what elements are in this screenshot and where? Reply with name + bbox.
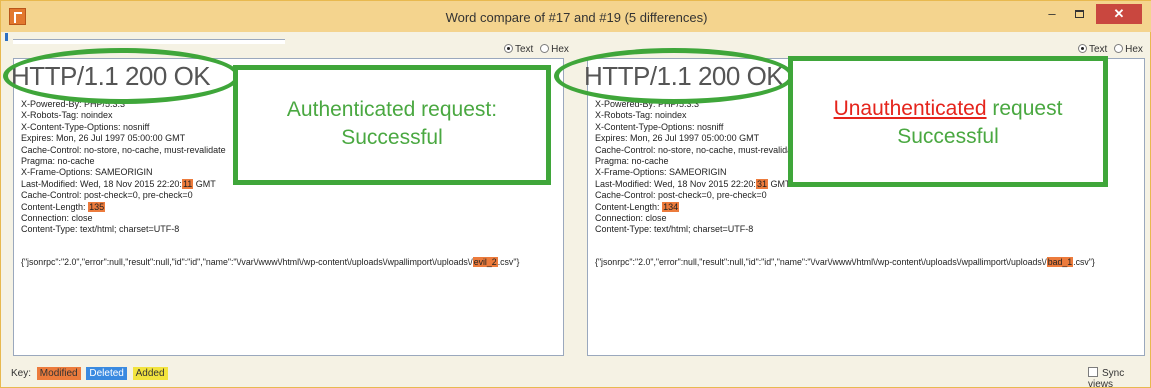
sync-views-checkbox[interactable]: Sync views [1088,367,1150,388]
header-line: X-Frame-Options: SAMEORIGIN [21,167,153,178]
diff-highlight: evil_2 [472,257,498,267]
unauthenticated-callout: Unauthenticated request Successful [788,56,1108,187]
key-deleted-badge: Deleted [86,367,127,380]
minimize-button[interactable]: – [1039,5,1065,23]
header-line: Pragma: no-cache [595,156,669,167]
header-line: Expires: Mon, 26 Jul 1997 05:00:00 GMT [21,133,186,144]
header-line: X-Robots-Tag: noindex [595,110,687,121]
header-line: GMT [193,178,216,189]
maximize-icon [1074,10,1084,18]
callout-line: Successful [341,126,443,149]
left-hex-radio[interactable] [540,44,550,53]
close-button[interactable]: ✕ [1096,4,1142,24]
right-hex-label[interactable]: Hex [1125,44,1143,55]
callout-line: Successful [897,125,999,148]
header-line: Pragma: no-cache [21,156,95,167]
right-text-radio[interactable] [1078,44,1087,53]
callout-text: request [986,97,1063,120]
right-headers: X-Powered-By: PHP/5.3.3 X-Robots-Tag: no… [595,99,800,236]
checkbox-icon[interactable] [1088,367,1098,377]
header-line: Connection: close [595,213,667,224]
header-line: Connection: close [21,213,93,224]
header-line: Last-Modified: Wed, 18 Nov 2015 22:20: [595,178,756,189]
legend-key: Key: Modified Deleted Added [11,367,168,380]
header-line: Last-Modified: Wed, 18 Nov 2015 22:20: [21,178,182,189]
right-text-label[interactable]: Text [1089,44,1107,55]
diff-highlight: 11 [181,178,194,189]
header-line: Expires: Mon, 26 Jul 1997 05:00:00 GMT [595,133,760,144]
header-line: X-Robots-Tag: noindex [21,110,113,121]
window-title: Word compare of #17 and #19 (5 differenc… [445,10,708,25]
callout-emphasis: Unauthenticated [833,97,987,120]
right-json-body: {"jsonrpc":"2.0","error":null,"result":n… [595,257,1095,267]
header-line: Content-Length: [595,201,663,212]
header-line: X-Content-Type-Options: nosniff [595,121,724,132]
header-line: Cache-Control: post-check=0, pre-check=0 [21,190,193,201]
left-hex-label[interactable]: Hex [551,44,569,55]
json-text: .csv"} [497,257,520,267]
left-text-radio[interactable] [504,44,513,53]
right-hex-radio[interactable] [1114,44,1124,53]
json-text: .csv"} [1073,257,1095,267]
splitter-marker [5,33,8,41]
key-added-badge: Added [132,367,168,380]
header-line: Content-Length: [21,201,89,212]
left-text-label[interactable]: Text [515,44,533,55]
left-status-ellipse [3,48,240,104]
right-view-mode: Text Hex [1078,44,1143,55]
left-json-body: {"jsonrpc":"2.0","error":null,"result":n… [21,257,519,267]
header-line: Cache-Control: no-store, no-cache, must-… [21,144,226,155]
json-text: {"jsonrpc":"2.0","error":null,"result":n… [595,257,1047,267]
left-headers: X-Powered-By: PHP/5.3.3 X-Robots-Tag: no… [21,99,226,236]
header-line: Cache-Control: no-store, no-cache, must-… [595,144,800,155]
header-line: X-Frame-Options: SAMEORIGIN [595,167,727,178]
title-bar[interactable]: Word compare of #17 and #19 (5 differenc… [1,1,1151,32]
maximize-button[interactable] [1066,5,1092,23]
json-text: {"jsonrpc":"2.0","error":null,"result":n… [21,257,473,267]
diff-highlight: 135 [88,201,106,212]
diff-highlight: bad_1 [1046,257,1074,267]
key-label: Key: [11,368,32,379]
key-modified-badge: Modified [36,367,81,380]
diff-highlight: 134 [662,201,680,212]
header-line: X-Content-Type-Options: nosniff [21,121,150,132]
callout-line: Authenticated request: [286,98,498,121]
header-line: Content-Type: text/html; charset=UTF-8 [21,224,180,235]
authenticated-callout: Authenticated request: Successful [233,65,551,185]
header-line: Cache-Control: post-check=0, pre-check=0 [595,190,767,201]
callout-line: Unauthenticated request [793,95,1103,123]
diff-highlight: 31 [755,178,768,189]
left-top-strip [13,39,285,44]
right-status-ellipse [554,48,794,104]
compare-window: Word compare of #17 and #19 (5 differenc… [0,0,1151,388]
left-view-mode: Text Hex [504,44,569,55]
header-line: Content-Type: text/html; charset=UTF-8 [595,224,754,235]
